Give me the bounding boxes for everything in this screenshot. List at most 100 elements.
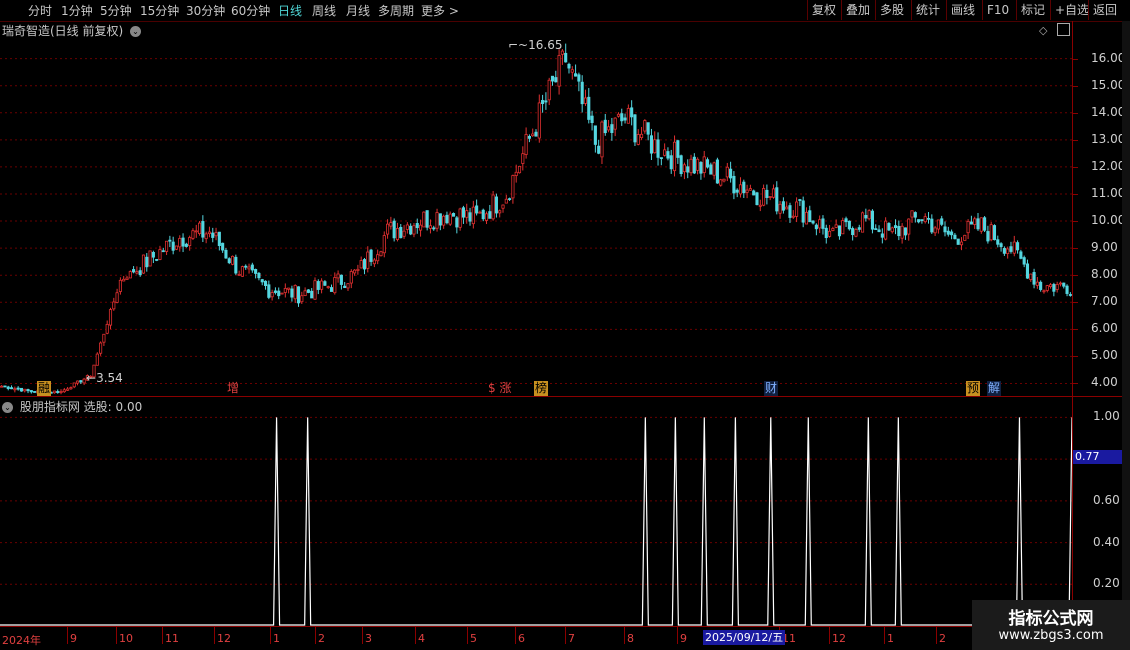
period-tab-7[interactable]: 周线 xyxy=(312,2,336,19)
candle-232 xyxy=(765,184,769,205)
chevron-down-icon[interactable]: ⌄ xyxy=(130,26,142,37)
candle-187 xyxy=(616,112,621,118)
candle-125 xyxy=(412,223,416,238)
candle-20 xyxy=(66,386,70,391)
candle-311 xyxy=(1025,259,1030,279)
date-label-0: 2024年 xyxy=(2,634,41,647)
ind-tick-3: 0.40 xyxy=(1093,534,1120,549)
period-tab-4[interactable]: 30分钟 xyxy=(186,2,225,19)
candle-194 xyxy=(639,126,644,140)
candle-264 xyxy=(870,209,874,234)
event-marker-2[interactable]: $ 涨 xyxy=(487,381,512,396)
candle-149 xyxy=(491,190,495,221)
candle-145 xyxy=(478,210,482,214)
candle-37 xyxy=(122,275,126,282)
toolbar-button-3[interactable]: 统计 xyxy=(911,0,944,20)
period-tab-2[interactable]: 5分钟 xyxy=(100,2,132,19)
candle-121 xyxy=(399,223,403,239)
candle-323 xyxy=(1065,284,1069,297)
event-marker-5[interactable]: 预 xyxy=(966,381,981,396)
toolbar-button-7[interactable]: +自选 xyxy=(1050,0,1093,20)
candle-89 xyxy=(293,284,297,303)
toolbar-button-5[interactable]: F10 xyxy=(982,0,1013,20)
period-tab-6[interactable]: 日线 xyxy=(278,2,302,19)
candle-242 xyxy=(798,198,802,206)
candle-164 xyxy=(541,94,545,113)
period-tab-0[interactable]: 分时 xyxy=(28,2,52,19)
candle-237 xyxy=(781,197,785,214)
candle-222 xyxy=(732,171,736,200)
candle-189 xyxy=(623,113,627,124)
candle-53 xyxy=(174,245,179,251)
candle-178 xyxy=(587,88,591,124)
candle-25 xyxy=(82,377,86,386)
date-tick-6 xyxy=(315,626,316,644)
price-tick-mark-6 xyxy=(1073,221,1078,223)
candle-201 xyxy=(663,143,667,157)
toolbar-button-0[interactable]: 复权 xyxy=(807,0,840,20)
candle-39 xyxy=(128,270,132,279)
date-tick-3 xyxy=(162,626,163,644)
candle-19 xyxy=(62,387,66,393)
candle-56 xyxy=(184,242,188,248)
candle-267 xyxy=(880,228,884,244)
candle-235 xyxy=(775,181,779,215)
indicator-chart[interactable] xyxy=(0,397,1072,626)
candle-68 xyxy=(224,248,228,259)
candle-102 xyxy=(336,270,340,283)
stock-title: 瑞奇智造(日线 前复权) xyxy=(2,24,124,38)
event-marker-4[interactable]: 财 xyxy=(764,381,779,396)
date-label-8: 4 xyxy=(418,632,425,645)
period-tab-5[interactable]: 60分钟 xyxy=(231,2,270,19)
candle-52 xyxy=(171,236,175,255)
candle-74 xyxy=(244,264,248,270)
candle-226 xyxy=(745,184,749,199)
candle-256 xyxy=(844,216,848,227)
event-marker-1[interactable]: 增 xyxy=(226,381,240,396)
candle-147 xyxy=(484,211,489,225)
price-tick-1: 15.00 xyxy=(1091,77,1126,92)
candle-215 xyxy=(709,162,713,175)
period-tab-10[interactable]: 更多 > xyxy=(421,2,459,19)
candle-7 xyxy=(23,388,27,393)
toolbar-button-4[interactable]: 画线 xyxy=(946,0,979,20)
date-label-13: 9 xyxy=(680,632,687,645)
period-tab-9[interactable]: 多周期 xyxy=(378,2,414,19)
candle-193 xyxy=(636,129,640,146)
candle-99 xyxy=(326,285,330,289)
candle-152 xyxy=(501,204,505,213)
candle-32 xyxy=(105,320,109,335)
event-marker-0[interactable]: 融 xyxy=(37,381,52,396)
candle-274 xyxy=(903,227,907,240)
date-tick-4 xyxy=(214,626,215,644)
candle-207 xyxy=(682,162,686,180)
toolbar-button-1[interactable]: 叠加 xyxy=(841,0,874,20)
candle-123 xyxy=(405,222,409,234)
candle-261 xyxy=(860,211,865,233)
candlestick-chart[interactable] xyxy=(0,37,1072,397)
candle-2 xyxy=(6,385,10,391)
event-marker-3[interactable]: 榜 xyxy=(534,381,549,396)
side-scroll-strip[interactable] xyxy=(1122,21,1130,626)
date-label-16: 1 xyxy=(887,632,894,645)
candle-10 xyxy=(33,391,37,393)
period-tab-8[interactable]: 月线 xyxy=(346,2,370,19)
candle-59 xyxy=(194,224,198,238)
candle-131 xyxy=(432,225,436,231)
period-tab-1[interactable]: 1分钟 xyxy=(61,2,93,19)
panel-toggle-icon[interactable] xyxy=(1057,23,1070,36)
toolbar-button-6[interactable]: 标记 xyxy=(1016,0,1049,20)
event-marker-6[interactable]: 解 xyxy=(987,381,1002,396)
toolbar-button-2[interactable]: 多股 xyxy=(875,0,908,20)
period-tab-3[interactable]: 15分钟 xyxy=(140,2,179,19)
candle-0 xyxy=(0,384,4,388)
candle-9 xyxy=(29,390,33,394)
diamond-icon[interactable]: ◇ xyxy=(1039,24,1047,37)
candle-61 xyxy=(201,215,205,243)
candle-134 xyxy=(442,214,446,229)
price-tick-mark-9 xyxy=(1073,302,1078,304)
candle-154 xyxy=(508,197,512,202)
candle-129 xyxy=(425,210,429,231)
candle-76 xyxy=(250,262,254,273)
toolbar-button-8[interactable]: 返回 xyxy=(1088,0,1121,20)
